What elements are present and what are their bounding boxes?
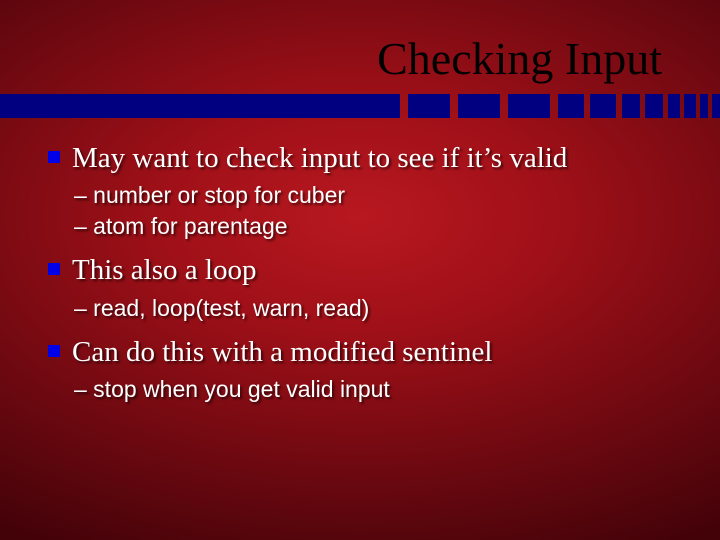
bar-segment [358, 94, 400, 118]
bar-segment [712, 94, 720, 118]
bar-segment [668, 94, 680, 118]
bar-segment [508, 94, 550, 118]
sub-bullet-text: – stop when you get valid input [74, 374, 680, 405]
bar-segment [408, 94, 450, 118]
bar-segment [622, 94, 640, 118]
bullet-text: This also a loop [72, 252, 256, 288]
bar-segment [700, 94, 708, 118]
bar-segment [645, 94, 663, 118]
square-bullet-icon [48, 151, 60, 163]
slide-title: Checking Input [377, 32, 662, 85]
decorative-bar [0, 94, 720, 118]
square-bullet-icon [48, 345, 60, 357]
sub-bullet-text: – number or stop for cuber [74, 180, 680, 211]
sub-bullet-text: – atom for parentage [74, 211, 680, 242]
sub-list: – stop when you get valid input [74, 374, 680, 405]
sub-list: – number or stop for cuber– atom for par… [74, 180, 680, 242]
bullet-item: May want to check input to see if it’s v… [48, 140, 680, 176]
bar-segment [558, 94, 584, 118]
bullet-text: Can do this with a modified sentinel [72, 334, 492, 370]
bullet-text: May want to check input to see if it’s v… [72, 140, 567, 176]
bar-segment [684, 94, 696, 118]
square-bullet-icon [48, 263, 60, 275]
bullet-item: This also a loop [48, 252, 680, 288]
sub-bullet-text: – read, loop(test, warn, read) [74, 293, 680, 324]
slide-body: May want to check input to see if it’s v… [48, 140, 680, 415]
sub-list: – read, loop(test, warn, read) [74, 293, 680, 324]
bar-segment [590, 94, 616, 118]
bullet-item: Can do this with a modified sentinel [48, 334, 680, 370]
bar-segment [458, 94, 500, 118]
bar-segment [0, 94, 358, 118]
